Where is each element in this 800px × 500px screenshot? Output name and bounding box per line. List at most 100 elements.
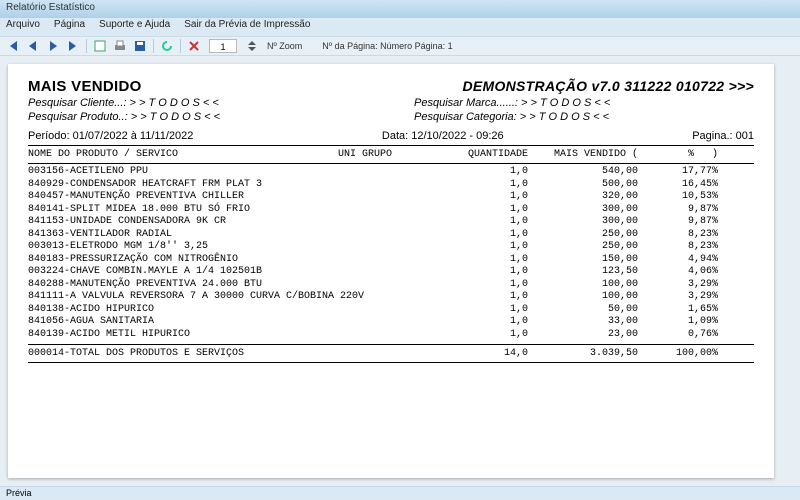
report-title: MAIS VENDIDO xyxy=(28,78,142,95)
cell-nome: 841056-AGUA SANITARIA xyxy=(28,316,338,329)
cell-qtd: 1,0 xyxy=(438,266,528,279)
cell-pct: 10,53% xyxy=(638,191,718,204)
page-setup-icon[interactable] xyxy=(91,38,109,54)
table-row: 841111-A VALVULA REVERSORA 7 A 30000 CUR… xyxy=(28,291,754,304)
cell-nome: 841363-VENTILADOR RADIAL xyxy=(28,229,338,242)
cell-nome: 003013-ELETRODO MGM 1/8'' 3,25 xyxy=(28,241,338,254)
cell-qtd: 1,0 xyxy=(438,216,528,229)
cell-qtd: 1,0 xyxy=(438,204,528,217)
cell-nome: 840288-MANUTENÇÃO PREVENTIVA 24.000 BTU xyxy=(28,279,338,292)
cell-pct: 1,65% xyxy=(638,304,718,317)
print-icon[interactable] xyxy=(111,38,129,54)
table-row: 840288-MANUTENÇÃO PREVENTIVA 24.000 BTU 1… xyxy=(28,279,754,292)
table-row: 840138-ACIDO HIPURICO1,050,001,65% xyxy=(28,304,754,317)
total-nome: 000014-TOTAL DOS PRODUTOS E SERVIÇOS xyxy=(28,348,338,359)
cell-pct: 17,77% xyxy=(638,166,718,179)
periodo-label: Período: 01/07/2022 à 11/11/2022 xyxy=(28,130,193,142)
window-titlebar: Relatório Estatístico xyxy=(0,0,800,18)
total-mais: 3.039,50 xyxy=(528,348,638,359)
cell-qtd: 1,0 xyxy=(438,329,528,342)
toolbar-separator xyxy=(86,39,87,53)
toolbar-separator xyxy=(153,39,154,53)
report-page: MAIS VENDIDO DEMONSTRAÇÃO v7.0 311222 01… xyxy=(8,64,774,478)
cell-qtd: 1,0 xyxy=(438,191,528,204)
table-row: 840457-MANUTENÇÃO PREVENTIVA CHILLER 1,03… xyxy=(28,191,754,204)
marca-label: Pesquisar Marca......: xyxy=(414,97,518,109)
cell-pct: 9,87% xyxy=(638,204,718,217)
cell-pct: 9,87% xyxy=(638,216,718,229)
column-headers: NOME DO PRODUTO / SERVICO UNI GRUPO QUAN… xyxy=(28,149,754,160)
cell-nome: 840141-SPLIT MIDEA 18.000 BTU SÓ FRIO xyxy=(28,204,338,217)
zoom-label: Nº Zoom xyxy=(267,41,302,51)
cell-mais: 500,00 xyxy=(528,179,638,192)
nav-first-icon[interactable] xyxy=(4,38,22,54)
cell-pct: 4,94% xyxy=(638,254,718,267)
cell-qtd: 1,0 xyxy=(438,241,528,254)
cell-qtd: 1,0 xyxy=(438,316,528,329)
cell-nome: 841153-UNIDADE CONDENSADORA 9K CR xyxy=(28,216,338,229)
cell-pct: 4,06% xyxy=(638,266,718,279)
divider xyxy=(28,163,754,164)
col-pct: % ) xyxy=(638,149,718,160)
menu-pagina[interactable]: Página xyxy=(54,19,85,35)
table-row: 003224-CHAVE COMBIN.MAYLE A 1/4 102501B 1… xyxy=(28,266,754,279)
produto-value: > > T O D O S < < xyxy=(131,111,220,123)
nav-next-icon[interactable] xyxy=(44,38,62,54)
cell-mais: 540,00 xyxy=(528,166,638,179)
cell-nome: 840183-PRESSURIZAÇÃO COM NITROGÊNIO xyxy=(28,254,338,267)
table-row: 841153-UNIDADE CONDENSADORA 9K CR 1,0300,… xyxy=(28,216,754,229)
cell-pct: 3,29% xyxy=(638,291,718,304)
zoom-input[interactable]: 1 xyxy=(209,39,237,53)
cell-nome: 840139-ACIDO METIL HIPURICO xyxy=(28,329,338,342)
close-icon[interactable] xyxy=(185,38,203,54)
menu-suporte[interactable]: Suporte e Ajuda xyxy=(99,19,170,35)
cell-mais: 100,00 xyxy=(528,279,638,292)
cell-nome: 840457-MANUTENÇÃO PREVENTIVA CHILLER xyxy=(28,191,338,204)
cell-nome: 840929-CONDENSADOR HEATCRAFT FRM PLAT 3 xyxy=(28,179,338,192)
cell-mais: 250,00 xyxy=(528,229,638,242)
marca-value: > > T O D O S < < xyxy=(521,97,610,109)
cell-pct: 1,09% xyxy=(638,316,718,329)
print-preview-viewport[interactable]: MAIS VENDIDO DEMONSTRAÇÃO v7.0 311222 01… xyxy=(0,56,800,486)
divider xyxy=(28,344,754,345)
table-row: 840139-ACIDO METIL HIPURICO1,023,000,76% xyxy=(28,329,754,342)
total-pct: 100,00% xyxy=(638,348,718,359)
cell-mais: 23,00 xyxy=(528,329,638,342)
nav-last-icon[interactable] xyxy=(64,38,82,54)
cliente-label: Pesquisar Cliente...: xyxy=(28,97,126,109)
save-icon[interactable] xyxy=(131,38,149,54)
table-row: 840929-CONDENSADOR HEATCRAFT FRM PLAT 3 1… xyxy=(28,179,754,192)
cell-nome: 841111-A VALVULA REVERSORA 7 A 30000 CUR… xyxy=(28,291,338,304)
categ-value: > > T O D O S < < xyxy=(520,111,609,123)
divider xyxy=(28,362,754,363)
total-qtd: 14,0 xyxy=(438,348,528,359)
refresh-icon[interactable] xyxy=(158,38,176,54)
table-row: 003156-ACETILENO PPU 1,0540,0017,77% xyxy=(28,166,754,179)
report-subtitle: DEMONSTRAÇÃO v7.0 311222 010722 >>> xyxy=(462,78,754,95)
toolbar: 1 Nº Zoom Nº da Página: Número Página: 1 xyxy=(0,36,800,56)
cell-mais: 300,00 xyxy=(528,216,638,229)
menu-sair[interactable]: Sair da Prévia de Impressão xyxy=(184,19,310,35)
col-nome: NOME DO PRODUTO / SERVICO xyxy=(28,149,338,160)
cell-mais: 320,00 xyxy=(528,191,638,204)
cell-pct: 8,23% xyxy=(638,241,718,254)
statusbar: Prévia xyxy=(0,486,800,500)
col-qtd: QUANTIDADE xyxy=(438,149,528,160)
divider xyxy=(28,145,754,146)
zoom-stepper-icon[interactable] xyxy=(243,38,261,54)
col-uni: UNI GRUPO xyxy=(338,149,438,160)
cell-mais: 33,00 xyxy=(528,316,638,329)
cell-pct: 3,29% xyxy=(638,279,718,292)
cell-nome: 003224-CHAVE COMBIN.MAYLE A 1/4 102501B xyxy=(28,266,338,279)
data-label: Data: 12/10/2022 - 09:26 xyxy=(382,130,504,142)
cell-pct: 8,23% xyxy=(638,229,718,242)
col-mais: MAIS VENDIDO ( xyxy=(528,149,638,160)
menu-arquivo[interactable]: Arquivo xyxy=(6,19,40,35)
cell-qtd: 1,0 xyxy=(438,304,528,317)
cell-pct: 16,45% xyxy=(638,179,718,192)
cell-nome: 003156-ACETILENO PPU xyxy=(28,166,338,179)
nav-prev-icon[interactable] xyxy=(24,38,42,54)
cell-qtd: 1,0 xyxy=(438,166,528,179)
cell-mais: 300,00 xyxy=(528,204,638,217)
status-label: Prévia xyxy=(6,488,32,498)
